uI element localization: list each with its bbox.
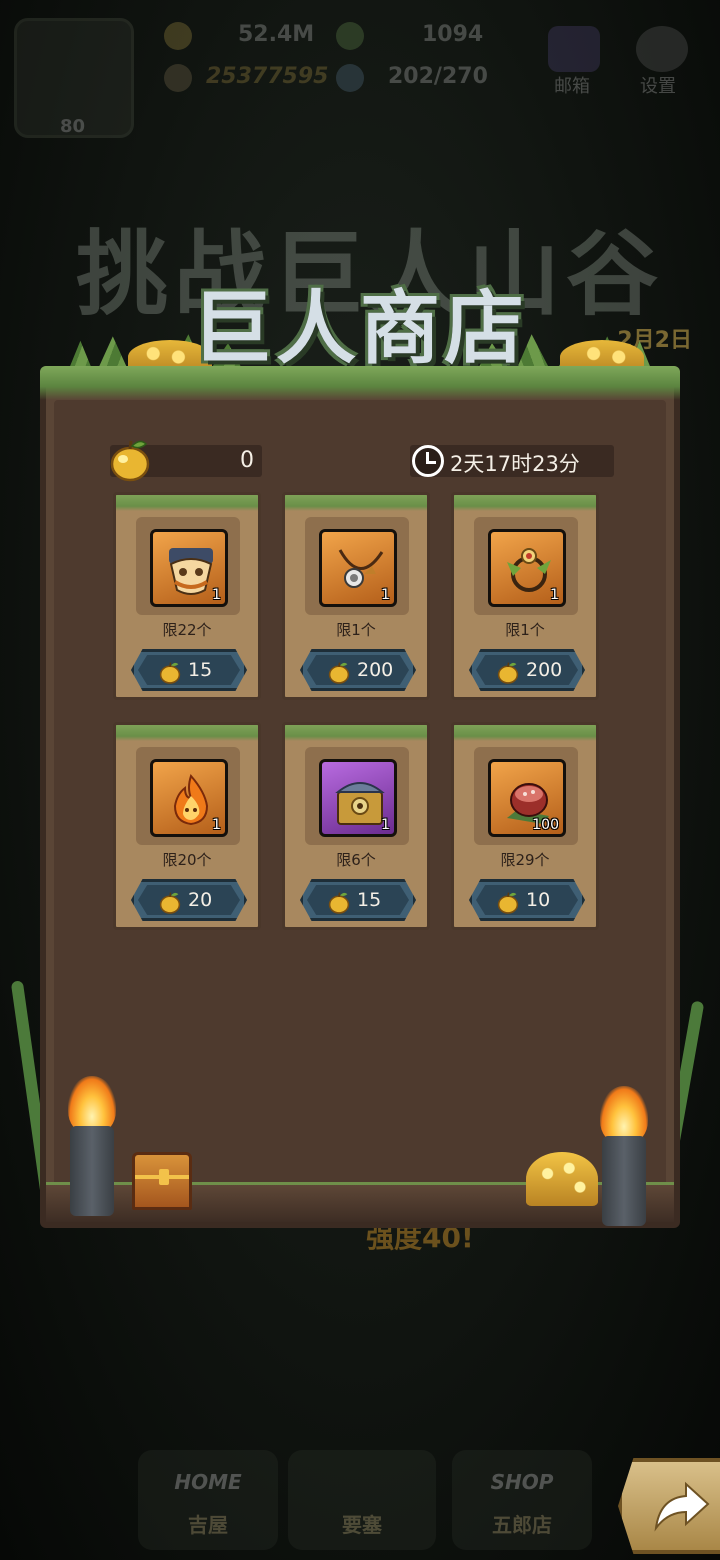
player-level: 80 bbox=[60, 116, 86, 137]
torch-icon bbox=[592, 1086, 652, 1226]
shop-item-card[interactable]: 100 限29个 10 bbox=[451, 722, 599, 930]
item-limit: 限20个 bbox=[162, 851, 212, 869]
shop-item-card[interactable]: 1 限6个 15 bbox=[282, 722, 430, 930]
nav-home-sub: HOME bbox=[174, 1470, 242, 1494]
item-count: 100 bbox=[532, 817, 559, 833]
golden-apple-icon bbox=[110, 440, 150, 482]
background-hud: 80 52.4M 1094 25377595 202/270 邮箱 设置 bbox=[0, 0, 720, 150]
power-value: 25377595 bbox=[206, 64, 329, 89]
shop-item-card[interactable]: 1 限1个 200 bbox=[451, 492, 599, 700]
moss-decoration bbox=[285, 725, 427, 741]
moss-decoration bbox=[116, 495, 258, 511]
currency-value: 0 bbox=[240, 448, 254, 473]
buy-button[interactable]: 200 bbox=[300, 649, 416, 691]
game-screen: 80 52.4M 1094 25377595 202/270 邮箱 设置 挑战巨… bbox=[0, 0, 720, 1560]
buy-button[interactable]: 200 bbox=[469, 649, 585, 691]
nav-fortress-label: 要塞 bbox=[342, 1513, 382, 1537]
item-price: 200 bbox=[526, 659, 563, 681]
item-price: 200 bbox=[357, 659, 394, 681]
energy-icon bbox=[336, 64, 364, 92]
timer-text: 2天17时23分 bbox=[450, 452, 580, 476]
item-limit: 限1个 bbox=[336, 621, 376, 639]
item-limit: 限6个 bbox=[336, 851, 376, 869]
gold-pile-icon bbox=[526, 1152, 598, 1206]
moss-decoration bbox=[454, 725, 596, 741]
item-price: 15 bbox=[357, 889, 382, 911]
moss-decoration bbox=[116, 725, 258, 741]
item-count: 1 bbox=[212, 817, 221, 833]
item-count: 1 bbox=[381, 587, 390, 603]
item-price: 10 bbox=[526, 889, 551, 911]
buy-button[interactable]: 15 bbox=[131, 649, 247, 691]
item-count: 1 bbox=[381, 817, 390, 833]
item-frame: 1 bbox=[150, 529, 228, 607]
item-count: 1 bbox=[212, 587, 221, 603]
coin-icon bbox=[164, 22, 192, 50]
shop-title: 巨人商店 bbox=[192, 282, 528, 375]
item-frame: 100 bbox=[488, 759, 566, 837]
refresh-timer: 2天17时23分 bbox=[410, 445, 614, 477]
nav-home[interactable]: HOME 吉屋 bbox=[138, 1450, 278, 1550]
item-price: 20 bbox=[188, 889, 213, 911]
nav-shop[interactable]: SHOP 五郎店 bbox=[452, 1450, 592, 1550]
item-price: 15 bbox=[188, 659, 213, 681]
moss-decoration bbox=[454, 495, 596, 511]
share-button[interactable] bbox=[618, 1458, 720, 1554]
buy-button[interactable]: 15 bbox=[300, 879, 416, 921]
gear-icon bbox=[636, 26, 688, 72]
share-arrow-icon bbox=[654, 1481, 710, 1532]
shop-item-card[interactable]: 1 限1个 200 bbox=[282, 492, 430, 700]
nav-home-label: 吉屋 bbox=[188, 1513, 228, 1537]
nav-shop-label: 五郎店 bbox=[492, 1513, 552, 1537]
mail-label: 邮箱 bbox=[554, 76, 590, 97]
bottom-nav: HOME 吉屋 要塞 SHOP 五郎店 bbox=[0, 1420, 720, 1560]
golden-apple-icon bbox=[328, 662, 350, 684]
buy-button[interactable]: 20 bbox=[131, 879, 247, 921]
torch-icon bbox=[60, 1076, 120, 1216]
item-limit: 限22个 bbox=[162, 621, 212, 639]
moss-decoration bbox=[40, 366, 680, 400]
gem-count: 1094 bbox=[422, 22, 484, 47]
treasure-chest-icon[interactable] bbox=[132, 1152, 192, 1210]
mail-icon bbox=[548, 26, 600, 72]
moss-decoration bbox=[285, 495, 427, 511]
energy-value: 202/270 bbox=[388, 64, 488, 89]
item-limit: 限29个 bbox=[500, 851, 550, 869]
item-frame: 1 bbox=[488, 529, 566, 607]
item-frame: 1 bbox=[319, 759, 397, 837]
shop-item-card[interactable]: 1 限22个 15 bbox=[113, 492, 261, 700]
golden-apple-icon bbox=[159, 662, 181, 684]
nav-fortress[interactable]: 要塞 bbox=[288, 1450, 436, 1550]
item-frame: 1 bbox=[319, 529, 397, 607]
coin-count: 52.4M bbox=[238, 22, 315, 47]
power-icon bbox=[164, 64, 192, 92]
golden-apple-icon bbox=[328, 892, 350, 914]
settings-label: 设置 bbox=[640, 76, 676, 97]
golden-apple-icon bbox=[159, 892, 181, 914]
gem-icon bbox=[336, 22, 364, 50]
golden-apple-icon bbox=[497, 662, 519, 684]
shop-item-card[interactable]: 1 限20个 20 bbox=[113, 722, 261, 930]
item-limit: 限1个 bbox=[505, 621, 545, 639]
item-count: 1 bbox=[550, 587, 559, 603]
clock-icon bbox=[412, 445, 444, 477]
buy-button[interactable]: 10 bbox=[469, 879, 585, 921]
nav-shop-sub: SHOP bbox=[490, 1470, 554, 1494]
shop-sign: 巨人商店 bbox=[36, 246, 684, 380]
item-frame: 1 bbox=[150, 759, 228, 837]
golden-apple-icon bbox=[497, 892, 519, 914]
